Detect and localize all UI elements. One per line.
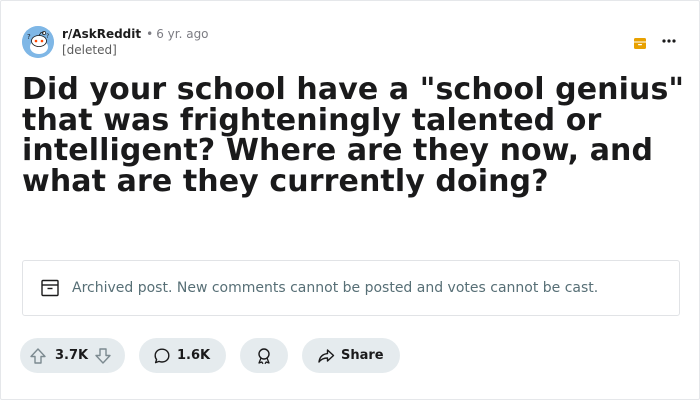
award-icon — [258, 347, 270, 364]
separator-dot: • — [146, 27, 154, 41]
svg-text:?: ? — [46, 33, 49, 40]
post-title[interactable]: Did your school have a "school genius" t… — [22, 74, 690, 197]
vote-score: 3.7K — [55, 348, 89, 363]
comments-button[interactable]: 1.6K — [139, 338, 226, 373]
speech-bubble-icon — [154, 348, 170, 363]
archived-notice-text: Archived post. New comments cannot be po… — [72, 280, 599, 296]
comment-count: 1.6K — [177, 348, 211, 363]
post-header: ? ? r/AskReddit • 6 yr. ago [deleted] — [22, 26, 679, 60]
share-button[interactable]: Share — [302, 338, 400, 373]
svg-text:?: ? — [27, 33, 31, 41]
ellipsis-icon — [662, 39, 676, 43]
subreddit-link[interactable]: r/AskReddit — [62, 27, 141, 41]
post-card: ? ? r/AskReddit • 6 yr. ago [deleted] Di… — [0, 0, 700, 400]
subreddit-avatar[interactable]: ? ? — [22, 26, 54, 58]
vote-control: 3.7K — [20, 338, 125, 373]
post-meta: r/AskReddit • 6 yr. ago [deleted] — [62, 26, 209, 57]
archived-notice: Archived post. New comments cannot be po… — [22, 260, 680, 316]
archive-box-icon — [41, 279, 59, 297]
post-actions: 3.7K 1.6K Share — [20, 338, 414, 374]
archive-box-icon — [633, 35, 647, 49]
more-options-button[interactable] — [661, 32, 677, 50]
upvote-icon[interactable] — [29, 347, 47, 365]
award-button[interactable] — [240, 338, 288, 373]
post-age: 6 yr. ago — [156, 27, 209, 41]
snoo-icon: ? ? — [22, 26, 54, 58]
share-arrow-icon — [318, 348, 335, 363]
downvote-icon[interactable] — [94, 347, 112, 365]
post-author: [deleted] — [62, 43, 117, 57]
share-label: Share — [341, 348, 384, 363]
